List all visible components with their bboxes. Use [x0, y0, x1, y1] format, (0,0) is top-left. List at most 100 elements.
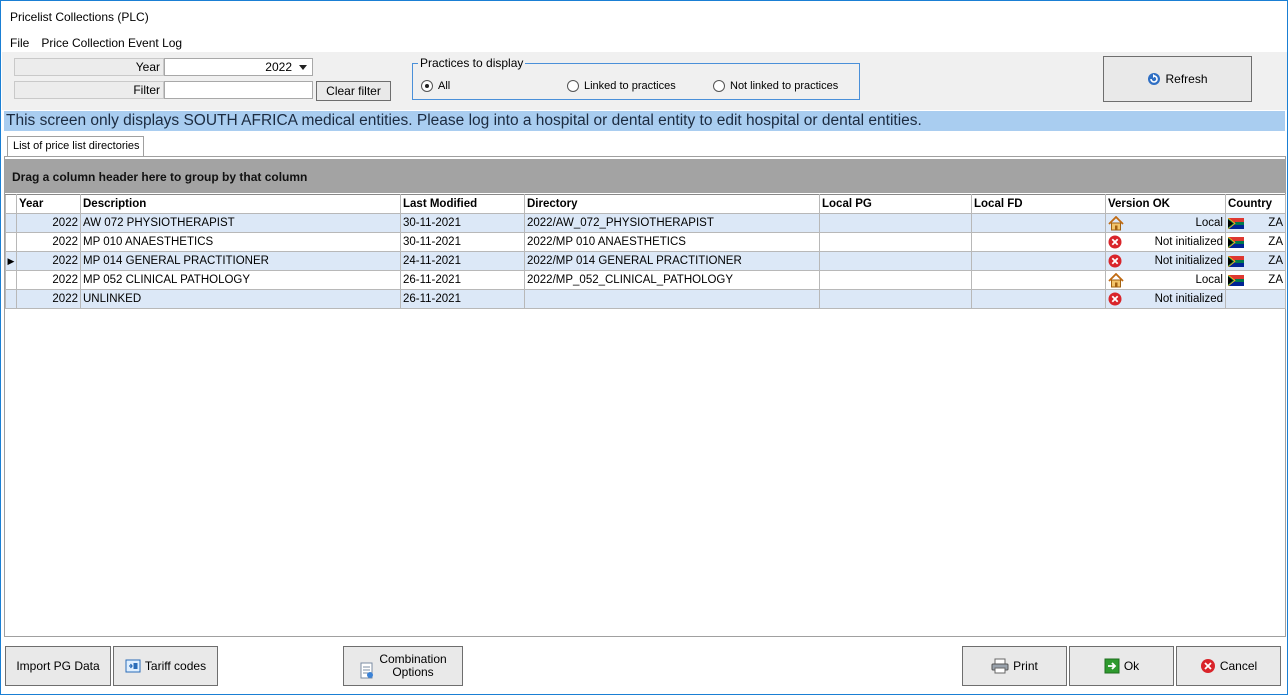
cell-directory[interactable]: 2022/MP_052_CLINICAL_PATHOLOGY	[524, 270, 820, 290]
cell-local-fd[interactable]	[971, 289, 1106, 309]
combination-label-line2: Options	[392, 665, 434, 679]
ok-label: Ok	[1123, 659, 1140, 673]
cell-last-modified[interactable]: 26-11-2021	[400, 289, 525, 309]
current-row-arrow-icon: ▶	[7, 255, 15, 266]
combination-options-icon	[360, 662, 374, 679]
column-header-directory[interactable]: Directory	[524, 194, 820, 214]
arrow-right-icon	[1104, 658, 1120, 674]
row-indicator[interactable]	[5, 289, 17, 309]
cell-directory[interactable]	[524, 289, 820, 309]
table-row[interactable]: ▶ 2022 MP 014 GENERAL PRACTITIONER 24-11-20…	[5, 251, 1286, 271]
print-button[interactable]: Print	[962, 646, 1067, 686]
cell-local-pg[interactable]	[819, 213, 972, 233]
group-by-area[interactable]: Drag a column header here to group by th…	[5, 159, 1285, 193]
combination-options-button[interactable]: Combination Options	[343, 646, 463, 686]
south-africa-flag-icon	[1228, 274, 1244, 286]
cell-version-ok[interactable]: Local	[1105, 213, 1226, 233]
cell-local-fd[interactable]	[971, 270, 1106, 290]
cell-local-fd[interactable]	[971, 251, 1106, 271]
cell-country[interactable]	[1225, 289, 1286, 309]
table-row[interactable]: 2022 AW 072 PHYSIOTHERAPIST 30-11-2021 2022…	[5, 213, 1286, 233]
table-row[interactable]: 2022 MP 052 CLINICAL PATHOLOGY 26-11-2021 2…	[5, 270, 1286, 290]
column-header-description[interactable]: Description	[80, 194, 401, 214]
ok-button[interactable]: Ok	[1069, 646, 1174, 686]
menu-file[interactable]: File	[10, 36, 29, 50]
radio-linked[interactable]: Linked to practices	[567, 80, 676, 92]
cell-local-pg[interactable]	[819, 289, 972, 309]
menu-price-collection-event-log[interactable]: Price Collection Event Log	[41, 36, 182, 50]
cell-local-pg[interactable]	[819, 270, 972, 290]
window-title: Pricelist Collections (PLC)	[10, 10, 149, 24]
cell-local-fd[interactable]	[971, 232, 1106, 252]
version-status: Local	[1195, 274, 1224, 286]
year-label: Year	[14, 58, 164, 76]
column-header-year[interactable]: Year	[16, 194, 81, 214]
cell-last-modified[interactable]: 30-11-2021	[400, 232, 525, 252]
cell-year[interactable]: 2022	[16, 289, 81, 309]
row-indicator[interactable]: ▶	[5, 251, 17, 271]
row-indicator[interactable]	[5, 270, 17, 290]
radio-all[interactable]: All	[421, 80, 450, 92]
cell-country[interactable]: ZA	[1225, 270, 1286, 290]
cell-local-pg[interactable]	[819, 251, 972, 271]
cell-country[interactable]: ZA	[1225, 232, 1286, 252]
refresh-button[interactable]: Refresh	[1103, 56, 1252, 102]
cell-year[interactable]: 2022	[16, 213, 81, 233]
info-banner: This screen only displays SOUTH AFRICA m…	[4, 111, 1285, 131]
error-icon	[1108, 235, 1122, 249]
cell-last-modified[interactable]: 30-11-2021	[400, 213, 525, 233]
cell-country[interactable]: ZA	[1225, 213, 1286, 233]
tab-price-list-directories[interactable]: List of price list directories	[7, 136, 144, 157]
version-status: Not initialized	[1154, 236, 1223, 248]
year-dropdown[interactable]: 2022	[164, 58, 313, 76]
table-row[interactable]: 2022 UNLINKED 26-11-2021 Not initialized	[5, 289, 1286, 309]
cell-directory[interactable]: 2022/MP 010 ANAESTHETICS	[524, 232, 820, 252]
column-header-country[interactable]: Country	[1225, 194, 1286, 214]
cell-description[interactable]: MP 010 ANAESTHETICS	[80, 232, 401, 252]
radio-unselected-icon	[713, 80, 725, 92]
filter-toolbar: Year 2022 Filter Clear filter Practices …	[2, 52, 1287, 110]
clear-filter-button[interactable]: Clear filter	[316, 81, 391, 101]
import-pg-data-button[interactable]: Import PG Data	[5, 646, 111, 686]
column-header-local-pg[interactable]: Local PG	[819, 194, 972, 214]
cell-directory[interactable]: 2022/AW_072_PHYSIOTHERAPIST	[524, 213, 820, 233]
column-header-local-fd[interactable]: Local FD	[971, 194, 1106, 214]
cell-local-fd[interactable]	[971, 213, 1106, 233]
version-status: Not initialized	[1154, 293, 1223, 305]
south-africa-flag-icon	[1228, 236, 1244, 248]
cell-description[interactable]: MP 014 GENERAL PRACTITIONER	[80, 251, 401, 271]
cell-version-ok[interactable]: Not initialized	[1105, 232, 1226, 252]
cell-last-modified[interactable]: 26-11-2021	[400, 270, 525, 290]
radio-unselected-icon	[567, 80, 579, 92]
cell-country[interactable]: ZA	[1225, 251, 1286, 271]
cell-last-modified[interactable]: 24-11-2021	[400, 251, 525, 271]
tariff-codes-label: Tariff codes	[144, 659, 207, 673]
cell-directory[interactable]: 2022/MP 014 GENERAL PRACTITIONER	[524, 251, 820, 271]
cell-year[interactable]: 2022	[16, 251, 81, 271]
filter-label: Filter	[14, 81, 164, 99]
column-header-version-ok[interactable]: Version OK	[1105, 194, 1226, 214]
error-icon	[1108, 254, 1122, 268]
column-header-last-modified[interactable]: Last Modified	[400, 194, 525, 214]
error-icon	[1108, 292, 1122, 306]
refresh-icon	[1148, 73, 1161, 85]
tariff-codes-button[interactable]: Tariff codes	[113, 646, 218, 686]
cell-year[interactable]: 2022	[16, 270, 81, 290]
cell-year[interactable]: 2022	[16, 232, 81, 252]
cell-description[interactable]: UNLINKED	[80, 289, 401, 309]
cell-version-ok[interactable]: Not initialized	[1105, 251, 1226, 271]
cancel-button[interactable]: Cancel	[1176, 646, 1281, 686]
row-indicator[interactable]	[5, 232, 17, 252]
cell-description[interactable]: AW 072 PHYSIOTHERAPIST	[80, 213, 401, 233]
row-indicator[interactable]	[5, 213, 17, 233]
filter-input[interactable]	[164, 81, 313, 99]
radio-not-linked[interactable]: Not linked to practices	[713, 80, 838, 92]
tab-panel: Drag a column header here to group by th…	[4, 156, 1286, 637]
cell-local-pg[interactable]	[819, 232, 972, 252]
row-indicator-header	[5, 194, 17, 214]
refresh-label: Refresh	[1165, 72, 1208, 86]
table-row[interactable]: 2022 MP 010 ANAESTHETICS 30-11-2021 2022/MP…	[5, 232, 1286, 252]
cell-version-ok[interactable]: Not initialized	[1105, 289, 1226, 309]
cell-version-ok[interactable]: Local	[1105, 270, 1226, 290]
cell-description[interactable]: MP 052 CLINICAL PATHOLOGY	[80, 270, 401, 290]
